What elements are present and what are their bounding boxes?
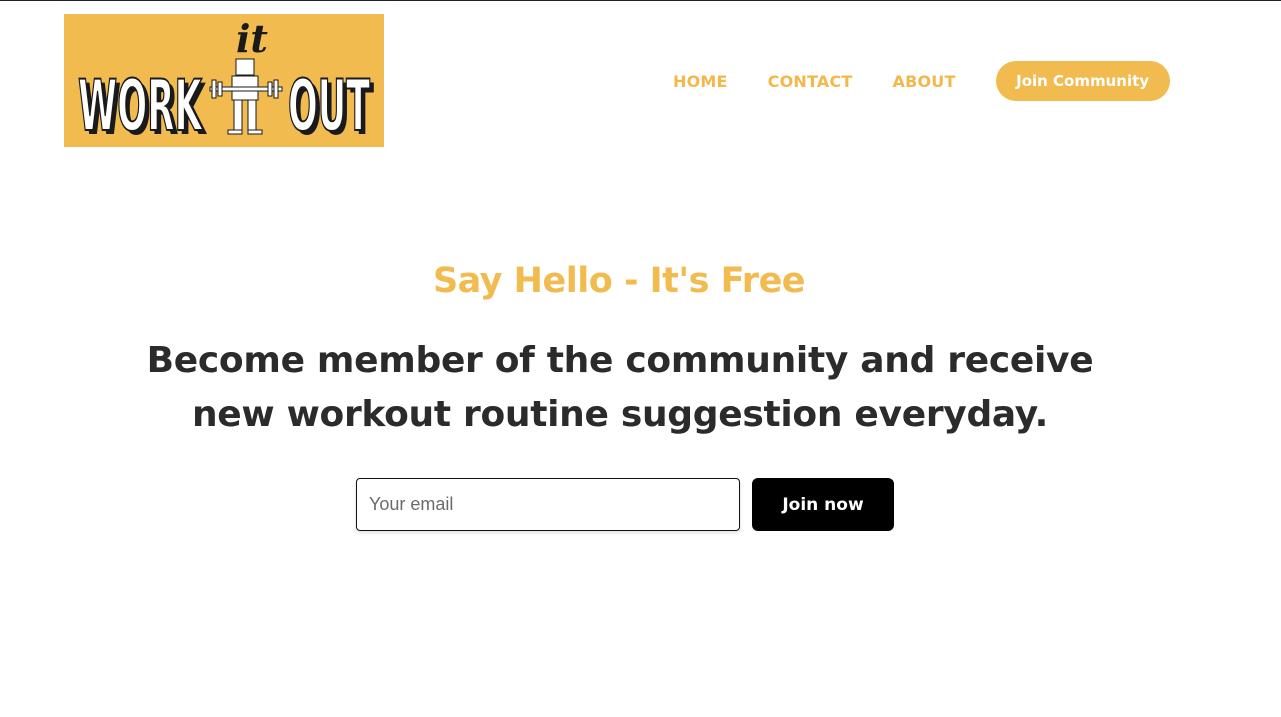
logo-text-work: WORK <box>78 65 203 147</box>
nav-link-about[interactable]: ABOUT <box>893 72 956 91</box>
join-community-button[interactable]: Join Community <box>995 61 1170 101</box>
join-now-button[interactable]: Join now <box>752 478 894 531</box>
site-logo[interactable]: it WORK WORK OUT OUT <box>64 14 384 147</box>
nav-link-home[interactable]: HOME <box>673 72 728 91</box>
weightlifter-icon <box>209 58 283 135</box>
site-header: it WORK WORK OUT OUT HOME CONTACT ABOUT … <box>0 0 1281 160</box>
hero-tagline: Say Hello - It's Free <box>432 261 806 301</box>
nav-link-contact[interactable]: CONTACT <box>768 72 853 91</box>
hero-title: Become member of the community and recei… <box>146 340 1094 435</box>
main-nav: HOME CONTACT ABOUT Join Community <box>673 61 1170 101</box>
logo-text-out: OUT <box>288 65 370 147</box>
workout-logo-graphic: it WORK WORK OUT OUT <box>77 16 374 147</box>
email-input[interactable] <box>356 478 740 531</box>
logo-text-it: it <box>236 16 268 61</box>
